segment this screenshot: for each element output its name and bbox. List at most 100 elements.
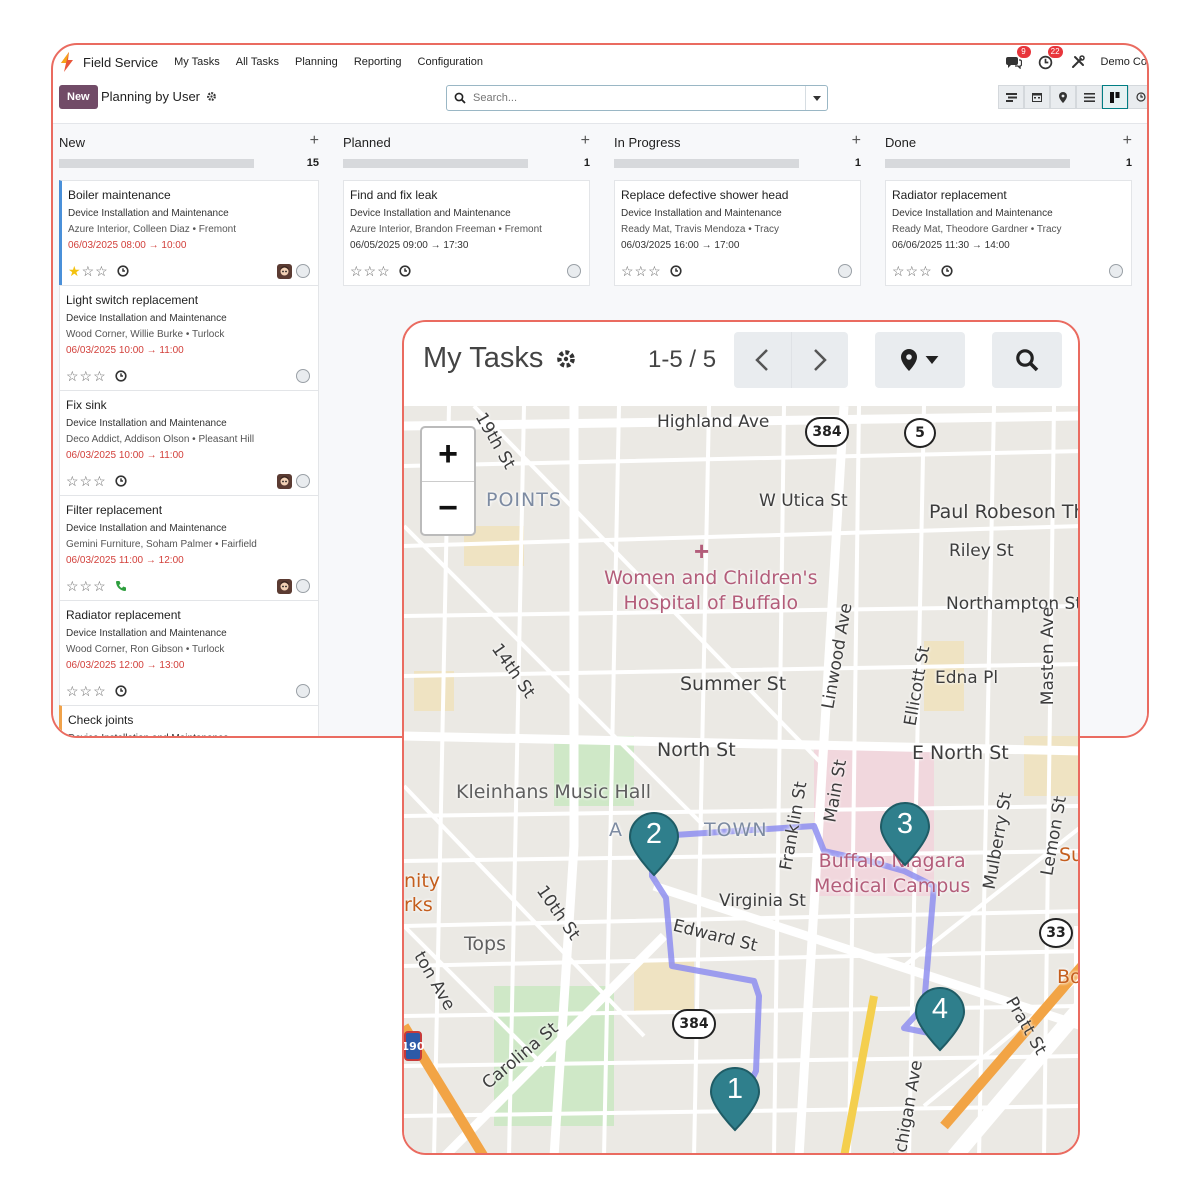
activity-clock-icon[interactable] [670,265,682,277]
top-navbar: Field Service My Tasks All Tasks Plannin… [53,45,1147,79]
priority-star-icon[interactable]: ☆☆☆ [66,579,107,593]
map-marker-4[interactable]: 4 [914,986,966,1052]
menu-my-tasks[interactable]: My Tasks [174,56,220,68]
priority-star-icon[interactable]: ☆☆☆ [892,264,933,278]
route-shield: 384 [805,417,849,447]
park-label: nity [404,870,441,892]
task-state-indicator[interactable] [1109,264,1123,278]
column-progress-bar[interactable] [614,159,799,168]
search-input[interactable] [473,92,805,104]
task-card[interactable]: Fix sink Device Installation and Maintena… [59,390,319,496]
search-options-toggle[interactable] [805,86,827,110]
app-name[interactable]: Field Service [83,55,158,70]
task-state-indicator[interactable] [296,684,310,698]
activity-clock-icon[interactable] [941,265,953,277]
chevron-right-icon [813,349,827,371]
user-avatar[interactable] [277,473,292,489]
task-state-indicator[interactable] [296,369,310,383]
activity-view-button[interactable] [1128,85,1147,109]
company-switcher[interactable]: Demo Co [1101,56,1147,68]
activity-clock-icon[interactable] [115,475,127,487]
view-switcher [998,85,1147,109]
task-card[interactable]: Radiator replacement Device Installation … [59,600,319,706]
task-card[interactable]: Light switch replacement Device Installat… [59,285,319,391]
menu-configuration[interactable]: Configuration [418,56,483,68]
task-customer: Deco Addict, Addison Olson • Pleasant Hi… [66,434,255,445]
task-project: Device Installation and Maintenance [350,208,511,219]
activity-clock-icon[interactable] [115,370,127,382]
task-state-indicator[interactable] [567,264,581,278]
map-view-button[interactable] [1050,85,1076,109]
column-add-button[interactable]: + [310,132,319,150]
field-service-logo-icon[interactable] [59,52,75,72]
map-marker-3[interactable]: 3 [879,801,931,867]
task-title: Filter replacement [66,503,163,517]
new-button[interactable]: New [59,85,98,109]
zoom-out-button[interactable]: − [422,481,474,534]
route-shield: 384 [672,1009,716,1039]
task-planned-dates: 06/03/2025 12:00 → 13:00 [66,660,185,671]
menu-reporting[interactable]: Reporting [354,56,402,68]
map-marker-icon [901,349,917,371]
caret-down-icon [812,95,821,101]
task-project: Device Installation and Maintenance [66,628,227,639]
list-view-button[interactable] [1076,85,1102,109]
map-view-switch-button[interactable] [875,332,965,388]
priority-star-icon[interactable]: ☆☆☆ [350,264,391,278]
gear-icon[interactable] [206,91,217,102]
task-card[interactable]: Find and fix leak Device Installation and… [343,180,590,286]
task-planned-dates: 06/05/2025 09:00 → 17:30 [350,240,469,251]
gantt-view-button[interactable] [998,85,1024,109]
task-card[interactable]: Radiator replacement Device Installation … [885,180,1132,286]
route-shield: 5 [904,418,936,448]
task-state-indicator[interactable] [838,264,852,278]
priority-star-icon[interactable]: ☆☆☆ [621,264,662,278]
street-label: Northampton St [946,594,1080,614]
activities-clock-icon[interactable]: 22 [1037,46,1063,71]
messages-badge: 9 [1016,46,1031,58]
previous-button[interactable] [734,332,791,388]
column-progress-bar[interactable] [885,159,1070,168]
task-card[interactable]: Filter replacement Device Installation an… [59,495,319,601]
task-state-indicator[interactable] [296,474,310,488]
task-card[interactable]: Check joints Device Installation and Main… [59,705,319,736]
phone-icon[interactable] [115,580,127,592]
menu-planning[interactable]: Planning [295,56,338,68]
priority-star-icon[interactable]: ★☆☆ [68,264,109,278]
messages-icon[interactable]: 9 [1005,46,1031,71]
priority-star-icon[interactable]: ☆☆☆ [66,684,107,698]
next-button[interactable] [790,332,849,388]
debug-tools-icon[interactable] [1069,53,1087,71]
calendar-view-button[interactable] [1024,85,1050,109]
column-progress-bar[interactable] [59,159,254,168]
column-progress-bar[interactable] [343,159,528,168]
priority-star-icon[interactable]: ☆☆☆ [66,474,107,488]
task-card[interactable]: Boiler maintenance Device Installation an… [59,180,319,286]
priority-star-icon[interactable]: ☆☆☆ [66,369,107,383]
column-new: New + 15 Boiler maintenance Device Instal… [59,124,319,736]
map-marker-1[interactable]: 1 [709,1066,761,1132]
activity-clock-icon[interactable] [115,685,127,697]
task-state-indicator[interactable] [296,579,310,593]
street-label: Masten Ave [1038,606,1059,706]
task-card[interactable]: Replace defective shower head Device Inst… [614,180,861,286]
column-add-button[interactable]: + [581,132,590,150]
zoom-in-button[interactable]: + [422,428,474,481]
pager-value[interactable]: 1-5 / 5 [648,346,716,374]
menu-all-tasks[interactable]: All Tasks [236,56,279,68]
map-canvas[interactable]: + − Highland Ave W Utica St Paul Robeson… [404,406,1080,1153]
activities-badge: 22 [1047,46,1063,58]
column-add-button[interactable]: + [1123,132,1132,150]
activity-clock-icon[interactable] [117,265,129,277]
task-project: Device Installation and Maintenance [68,208,229,219]
gear-icon[interactable] [555,348,577,370]
kanban-view-button[interactable] [1102,85,1128,109]
user-avatar[interactable] [277,578,292,594]
activity-clock-icon[interactable] [399,265,411,277]
user-avatar[interactable] [277,263,292,279]
search-toggle-button[interactable] [992,332,1062,388]
task-state-indicator[interactable] [296,264,310,278]
map-marker-2[interactable]: 2 [628,811,680,877]
column-add-button[interactable]: + [852,132,861,150]
search-bar[interactable] [446,85,828,111]
